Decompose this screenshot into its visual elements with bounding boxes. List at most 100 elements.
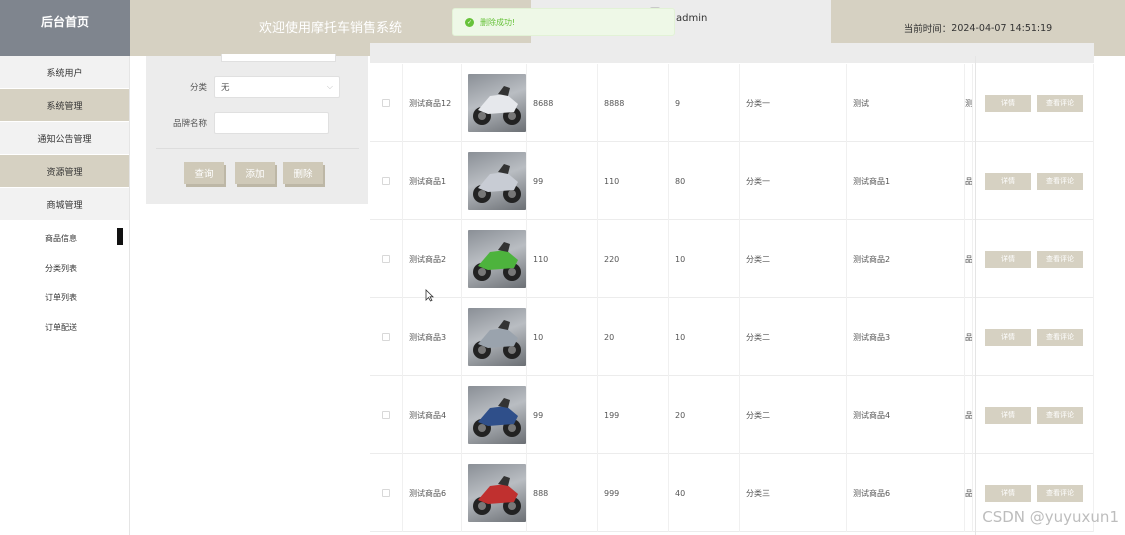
- cell-stock: 10: [669, 220, 740, 298]
- view-reviews-button[interactable]: 查看评论: [1037, 94, 1083, 112]
- product-image[interactable]: [468, 230, 526, 288]
- checkbox-cell: [370, 454, 403, 532]
- cell-name: 测试商品2: [403, 220, 462, 298]
- cell-price: 8688: [527, 64, 598, 142]
- user-name[interactable]: admin: [676, 13, 707, 24]
- row-checkbox[interactable]: [382, 411, 390, 419]
- sidebar-subitem-label: 分类列表: [45, 263, 77, 273]
- cell-price: 10: [527, 298, 598, 376]
- time-label: 当前时间：: [903, 24, 952, 35]
- actions-cell: 详情 查看评论: [973, 64, 1094, 142]
- cell-name: 测试商品12: [403, 64, 462, 142]
- cell-original: 199: [598, 376, 669, 454]
- query-button[interactable]: 查询: [184, 162, 224, 184]
- watermark: CSDN @yuyuxun1: [982, 508, 1119, 526]
- sidebar-item[interactable]: 系统管理: [0, 89, 129, 122]
- cell-desc: 测试: [847, 64, 965, 142]
- detail-button[interactable]: 详情: [985, 484, 1031, 502]
- toast-message: 删除成功!: [480, 17, 516, 27]
- product-image[interactable]: [468, 386, 526, 444]
- view-reviews-button[interactable]: 查看评论: [1037, 484, 1083, 502]
- table-row[interactable]: 测试商品12 8688 8888 9 分类一 测试测详情 查看评论: [370, 64, 1094, 142]
- cell-desc: 测试商品2: [847, 220, 965, 298]
- sidebar-subitem[interactable]: 订单列表: [0, 283, 129, 313]
- brand-input[interactable]: [214, 112, 329, 134]
- view-reviews-button[interactable]: 查看评论: [1037, 172, 1083, 190]
- sidebar-subitem-label: 商品信息: [45, 234, 77, 244]
- category-select[interactable]: 无 ⌵: [214, 76, 340, 98]
- cell-name: 测试商品3: [403, 298, 462, 376]
- sidebar: 系统用户 系统管理 通知公告管理 资源管理 商城管理 商品信息分类列表订单列表 订单配送: [0, 56, 130, 535]
- product-image[interactable]: [468, 74, 526, 132]
- cell-name: 测试商品6: [403, 454, 462, 532]
- cell-category: 分类二: [740, 220, 847, 298]
- brand-field-top[interactable]: [221, 54, 336, 62]
- product-image[interactable]: [468, 152, 526, 210]
- actions-cell: 详情 查看评论: [973, 220, 1094, 298]
- sidebar-subitem[interactable]: 分类列表: [0, 254, 129, 284]
- product-image[interactable]: [468, 308, 526, 366]
- row-checkbox[interactable]: [382, 255, 390, 263]
- cell-original: 8888: [598, 64, 669, 142]
- cell-extra: 测: [965, 64, 973, 142]
- image-cell: [462, 454, 527, 532]
- row-checkbox[interactable]: [382, 177, 390, 185]
- add-button[interactable]: 添加: [235, 162, 275, 184]
- chevron-down-icon: ⌵: [326, 82, 333, 91]
- row-checkbox[interactable]: [382, 489, 390, 497]
- view-reviews-button[interactable]: 查看评论: [1037, 406, 1083, 424]
- sidebar-item[interactable]: 商城管理: [0, 188, 129, 221]
- product-table: 测试商品12 8688 8888 9 分类一 测试测详情 查看评论 测试商品1 99 110 80 分…: [370, 43, 1094, 535]
- view-reviews-button[interactable]: 查看评论: [1037, 328, 1083, 346]
- success-icon: ✓: [465, 17, 474, 27]
- detail-button[interactable]: 详情: [985, 406, 1031, 424]
- detail-button[interactable]: 详情: [985, 94, 1031, 112]
- checkbox-cell: [370, 298, 403, 376]
- table-row[interactable]: 测试商品1 99 110 80 分类一 测试商品1 品详情 查看评论: [370, 142, 1094, 220]
- view-reviews-button[interactable]: 查看评论: [1037, 250, 1083, 268]
- detail-button[interactable]: 详情: [985, 172, 1031, 190]
- delete-button[interactable]: 删除: [283, 162, 323, 184]
- actions-cell: 详情 查看评论: [973, 142, 1094, 220]
- cell-stock: 9: [669, 64, 740, 142]
- checkbox-cell: [370, 142, 403, 220]
- cell-original: 20: [598, 298, 669, 376]
- cell-original: 999: [598, 454, 669, 532]
- detail-button[interactable]: 详情: [985, 250, 1031, 268]
- table-row[interactable]: 测试商品2 110 220 10 分类二 测试商品2 品详情 查看评论: [370, 220, 1094, 298]
- sidebar-subitem[interactable]: 订单配送: [0, 313, 129, 343]
- cell-desc: 测试商品1: [847, 142, 965, 220]
- row-checkbox[interactable]: [382, 333, 390, 341]
- image-cell: [462, 142, 527, 220]
- cell-extra: 品: [965, 298, 973, 376]
- cell-category: 分类二: [740, 298, 847, 376]
- logo[interactable]: 后台首页: [0, 0, 130, 56]
- cell-desc: 测试商品3: [847, 298, 965, 376]
- product-image[interactable]: [468, 464, 526, 522]
- image-cell: [462, 64, 527, 142]
- sidebar-item[interactable]: 资源管理: [0, 155, 129, 188]
- actions-cell: 详情 查看评论: [973, 376, 1094, 454]
- table-row[interactable]: 测试商品4 99 199 20 分类二 测试商品4 品详情 查看评论: [370, 376, 1094, 454]
- sidebar-item[interactable]: 通知公告管理: [0, 122, 129, 155]
- cell-original: 110: [598, 142, 669, 220]
- active-marker: [117, 228, 123, 245]
- cell-desc: 测试商品6: [847, 454, 965, 532]
- brand-label: 品牌名称: [172, 119, 207, 129]
- sidebar-item[interactable]: 系统用户: [0, 56, 129, 89]
- cell-original: 220: [598, 220, 669, 298]
- search-panel: 分类 无 ⌵ 品牌名称 查询 添加 删除: [146, 54, 368, 204]
- image-cell: [462, 220, 527, 298]
- table-row[interactable]: 测试商品3 10 20 10 分类二 测试商品3 品详情 查看评论: [370, 298, 1094, 376]
- cell-extra: 品: [965, 142, 973, 220]
- divider: [975, 56, 976, 535]
- cell-category: 分类二: [740, 376, 847, 454]
- cell-category: 分类三: [740, 454, 847, 532]
- row-checkbox[interactable]: [382, 99, 390, 107]
- cell-name: 测试商品1: [403, 142, 462, 220]
- sidebar-subitem[interactable]: 商品信息: [0, 224, 129, 254]
- detail-button[interactable]: 详情: [985, 328, 1031, 346]
- category-value: 无: [221, 83, 230, 93]
- category-label: 分类: [189, 83, 207, 93]
- success-toast: ✓ 删除成功!: [452, 8, 675, 36]
